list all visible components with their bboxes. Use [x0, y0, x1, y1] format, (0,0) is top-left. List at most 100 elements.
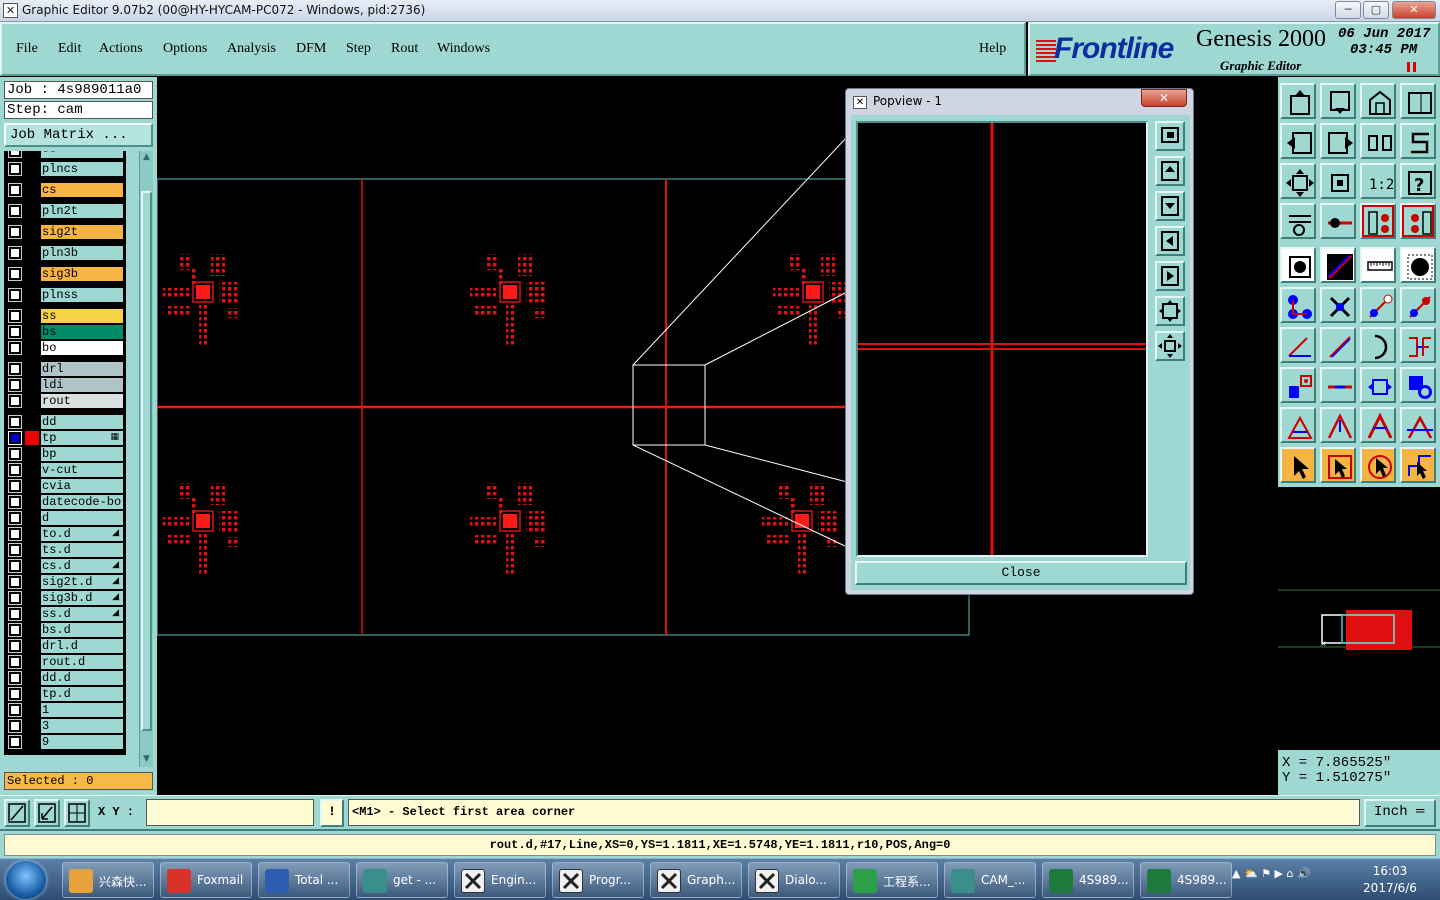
layer-name[interactable]: -- [41, 151, 123, 158]
layer-row[interactable]: drl.d [4, 638, 126, 654]
scroll-up-icon[interactable]: ▲ [141, 152, 152, 164]
group-icon[interactable] [1400, 367, 1436, 403]
layer-name[interactable]: sig2t [41, 225, 123, 239]
layer-row[interactable]: bo [4, 340, 126, 356]
popview-pan-up-icon[interactable] [1155, 156, 1185, 186]
menu-dfm[interactable]: DFM [296, 41, 326, 57]
layer-row[interactable]: bs [4, 324, 126, 340]
home-icon[interactable] [1360, 83, 1396, 119]
taskbar-item[interactable]: 工程系... [846, 862, 938, 898]
layer-row[interactable]: plnss [4, 287, 126, 303]
zoom-fit-icon[interactable] [1280, 163, 1316, 199]
layer-row[interactable]: to.d ◢ [4, 526, 126, 542]
overview-map[interactable]: × [1278, 487, 1440, 750]
layer-checkbox[interactable] [9, 720, 21, 732]
layer-checkbox[interactable] [9, 592, 21, 604]
layer-name[interactable]: tp.d [41, 687, 123, 701]
layer-checkbox[interactable] [9, 480, 21, 492]
layer-checkbox[interactable] [9, 624, 21, 636]
layer-row[interactable]: cs.d ◢ [4, 558, 126, 574]
layer-checkbox[interactable] [9, 512, 21, 524]
menu-rout[interactable]: Rout [391, 41, 418, 57]
layer-checkbox[interactable] [9, 395, 21, 407]
taskbar-item[interactable]: Foxmail [160, 862, 252, 898]
popview-close-button[interactable]: Close [855, 561, 1187, 585]
angle-icon[interactable] [1280, 327, 1316, 363]
layer-name[interactable]: ldi [41, 378, 123, 392]
select-box-icon[interactable] [1320, 447, 1356, 483]
taskbar-item[interactable]: CAM_... [944, 862, 1036, 898]
system-tray[interactable]: ▲ ⛅ ⚑ ▶ ⌂ 🔊 [1232, 867, 1311, 880]
layer-name[interactable]: cvia [41, 479, 123, 493]
taskbar-item[interactable]: 兴森快... [62, 862, 154, 898]
layer-name[interactable]: ss.d ◢ [41, 607, 123, 621]
popview-zoom-out-icon[interactable] [1155, 331, 1185, 361]
layer-checkbox[interactable] [9, 704, 21, 716]
text-edit-icon[interactable] [1320, 407, 1356, 443]
menu-edit[interactable]: Edit [58, 41, 81, 57]
layer-name[interactable]: dd [41, 415, 123, 429]
layer-name[interactable]: v-cut [41, 463, 123, 477]
move-pad-icon[interactable] [1360, 287, 1396, 323]
layer-scrollbar[interactable]: ▲ ▼ [139, 151, 153, 767]
popview-pan-down-icon[interactable] [1155, 191, 1185, 221]
layer-row[interactable]: sig3b.d ◢ [4, 590, 126, 606]
taskbar-clock[interactable]: 16:03 2017/6/6 [1350, 863, 1430, 897]
layer-row[interactable]: v-cut [4, 462, 126, 478]
taskbar-item[interactable]: Dialo... [748, 862, 840, 898]
layer-checkbox[interactable] [9, 448, 21, 460]
layer-name[interactable]: cs.d ◢ [41, 559, 123, 573]
layer-name[interactable]: sig3b.d ◢ [41, 591, 123, 605]
layer-row[interactable]: 3 [4, 718, 126, 734]
snap-settings-icon[interactable] [1280, 203, 1316, 239]
layer-name[interactable]: pln2t [41, 204, 123, 218]
scroll-down-icon[interactable]: ▼ [141, 754, 152, 766]
open-step-icon[interactable] [1280, 83, 1316, 119]
xy-input[interactable] [146, 799, 314, 826]
fillet-icon[interactable] [1400, 327, 1436, 363]
menu-help[interactable]: Help [979, 41, 1006, 57]
save-icon[interactable] [1320, 83, 1356, 119]
pad-icon[interactable] [1280, 247, 1316, 283]
ruler-icon[interactable] [1360, 247, 1396, 283]
window-close-button[interactable]: ✕ [1392, 1, 1436, 19]
taskbar-item[interactable]: Total ... [258, 862, 350, 898]
layer-name[interactable]: bs.d [41, 623, 123, 637]
surface-icon[interactable] [1400, 247, 1436, 283]
layer-checkbox[interactable] [9, 289, 21, 301]
layer-name[interactable]: plnss [41, 288, 123, 302]
popview-close-x-button[interactable]: ✕ [1141, 89, 1187, 107]
layer-checkbox[interactable] [9, 163, 21, 175]
layer-checkbox[interactable] [9, 268, 21, 280]
layer-name[interactable]: ts.d [41, 543, 123, 557]
layer-row[interactable]: dd.d [4, 670, 126, 686]
split-icon[interactable] [1280, 367, 1316, 403]
layer-name[interactable]: rout [41, 394, 123, 408]
layer-row[interactable]: cvia [4, 478, 126, 494]
layer-row[interactable]: rout.d [4, 654, 126, 670]
layer-row[interactable]: tp.d [4, 686, 126, 702]
layer-row[interactable]: ss.d ◢ [4, 606, 126, 622]
taskbar-item[interactable]: 4S989... [1042, 862, 1134, 898]
layer-row[interactable]: cs [4, 182, 126, 198]
layer-row[interactable]: ss [4, 308, 126, 324]
arc-icon[interactable] [1360, 327, 1396, 363]
unit-selector[interactable]: Inch ═ [1364, 799, 1436, 827]
layer-row[interactable]: tp ▦ [4, 430, 126, 446]
layer-name[interactable]: d [41, 511, 123, 525]
cross-icon[interactable] [1320, 287, 1356, 323]
layer-name[interactable]: 3 [41, 719, 123, 733]
layer-name[interactable]: ss [41, 309, 123, 323]
zoom-home-icon[interactable] [1320, 163, 1356, 199]
redraw-icon[interactable] [1400, 123, 1436, 159]
window-icon[interactable] [1400, 83, 1436, 119]
select-arrow-icon[interactable] [1280, 447, 1316, 483]
layer-row[interactable]: dd [4, 414, 126, 430]
snap-icon[interactable] [4, 799, 30, 827]
text-mirror-icon[interactable] [1400, 407, 1436, 443]
layer-name[interactable]: tp ▦ [41, 431, 123, 445]
layer-row[interactable]: datecode-bo [4, 494, 126, 510]
popview-pan-right-icon[interactable] [1155, 261, 1185, 291]
layer-row[interactable]: pln2t [4, 203, 126, 219]
layer-row[interactable]: pln3b [4, 245, 126, 261]
